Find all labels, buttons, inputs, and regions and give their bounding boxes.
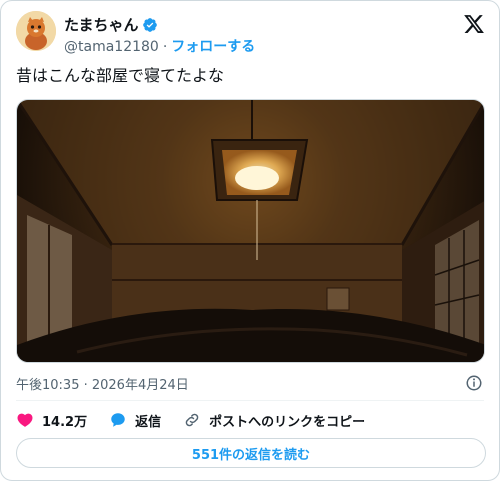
handle-row: @tama12180 · フォローする (64, 36, 255, 56)
reply-bubble-icon (111, 413, 125, 427)
display-name[interactable]: たまちゃん (64, 14, 139, 35)
tweet-text: 昔はこんな部屋で寝てたよな (16, 66, 225, 85)
heart-icon (17, 413, 33, 427)
action-bar: 14.2万 返信 ポストへのリンクをコピー (16, 409, 387, 431)
display-name-row[interactable]: たまちゃん (64, 14, 158, 35)
x-logo-icon[interactable] (463, 13, 485, 35)
copy-link-button[interactable]: ポストへのリンクをコピー (183, 411, 365, 430)
user-handle[interactable]: @tama12180 (64, 39, 159, 55)
reply-button[interactable]: 返信 (109, 411, 161, 430)
link-icon (185, 413, 199, 427)
tweet-timestamp[interactable]: 午後10:35 · 2026年4月24日 (16, 374, 189, 393)
info-icon[interactable] (465, 374, 483, 392)
tweet-embed-card: たまちゃん @tama12180·フォローする 昔はこんな部屋で寝てたよな (0, 0, 500, 481)
tweet-photo[interactable] (16, 99, 485, 363)
verified-badge-icon (142, 17, 158, 33)
read-replies-button[interactable]: 551件の返信を読む (16, 438, 486, 468)
like-count: 14.2万 (42, 414, 88, 430)
follow-button[interactable]: フォローする (171, 39, 255, 55)
like-button[interactable]: 14.2万 (16, 411, 87, 430)
avatar[interactable] (16, 11, 56, 51)
divider (16, 400, 484, 401)
reply-label: 返信 (135, 414, 162, 430)
copy-link-label: ポストへのリンクをコピー (209, 414, 366, 430)
separator-dot: · (162, 39, 168, 55)
